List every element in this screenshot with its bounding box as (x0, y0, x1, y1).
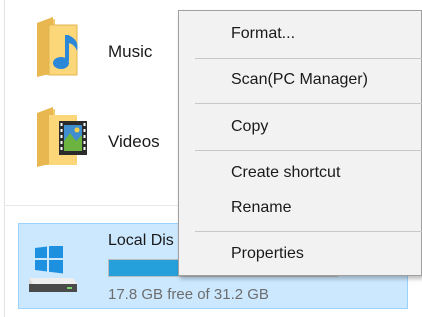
drive-name: Local Dis (108, 232, 174, 249)
menu-item-rename[interactable]: Rename (179, 195, 421, 223)
menu-item-scan-label: Scan(PC Manager) (231, 71, 368, 88)
menu-item-scan-pc-manager[interactable]: Scan(PC Manager) (179, 67, 421, 95)
drive-free-space: 17.8 GB free of 31.2 GB (108, 286, 269, 303)
menu-separator (195, 231, 422, 232)
frame-left-border (4, 0, 5, 317)
menu-item-create-shortcut[interactable]: Create shortcut (179, 160, 421, 188)
menu-item-properties-label: Properties (231, 245, 304, 262)
menu-item-copy-label: Copy (231, 118, 269, 135)
menu-separator (195, 150, 422, 151)
menu-item-copy[interactable]: Copy (179, 114, 421, 142)
videos-folder-icon (35, 105, 95, 169)
menu-item-format-label: Format... (231, 25, 296, 42)
music-folder-icon (35, 15, 95, 79)
menu-item-rename-label: Rename (231, 199, 292, 216)
menu-item-format[interactable]: Format... (179, 21, 421, 49)
windows-drive-icon (27, 244, 79, 296)
menu-separator (195, 103, 422, 104)
menu-separator (195, 58, 422, 59)
folder-label-music: Music (108, 42, 153, 61)
menu-item-create-shortcut-label: Create shortcut (231, 164, 341, 181)
folder-label-videos: Videos (108, 132, 160, 151)
context-menu: Format... Scan(PC Manager) Copy Create s… (178, 10, 422, 276)
menu-item-properties[interactable]: Properties (179, 241, 421, 269)
